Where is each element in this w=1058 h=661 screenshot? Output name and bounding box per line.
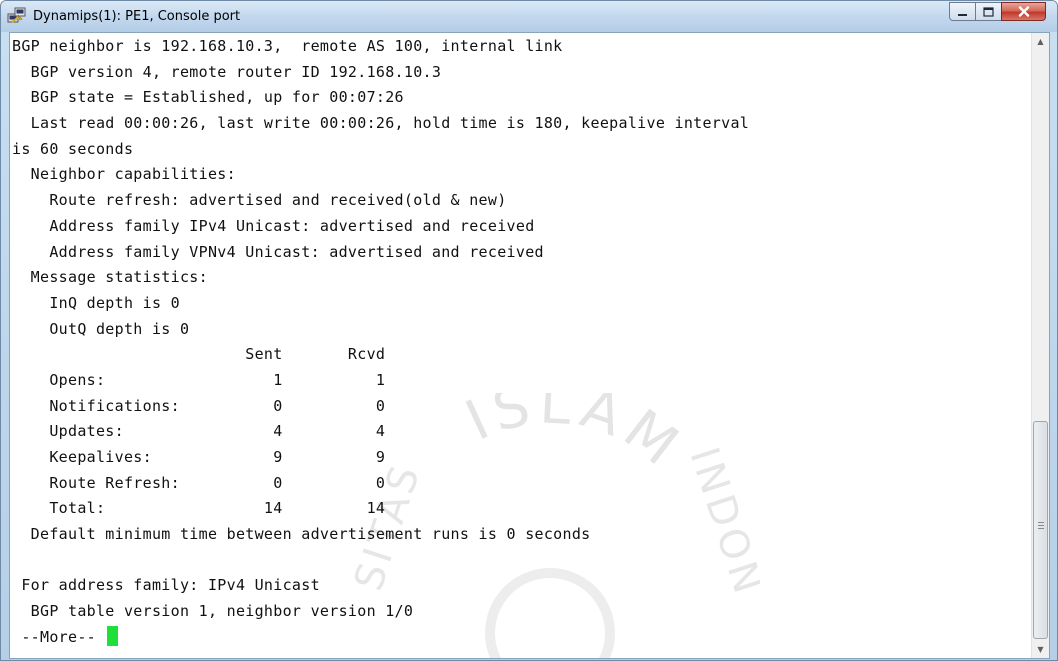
console-line: Message statistics: bbox=[12, 268, 208, 287]
console-line: Total: 14 14 bbox=[12, 499, 386, 518]
console-line: Keepalives: 9 9 bbox=[12, 448, 386, 466]
console-lines: BGP neighbor is 192.168.10.3, remote AS … bbox=[12, 34, 749, 651]
window-title: Dynamips(1): PE1, Console port bbox=[33, 9, 241, 24]
console-line: Opens: 1 1 bbox=[12, 370, 386, 389]
console-line: Route Refresh: 0 0 bbox=[12, 473, 386, 492]
console-line: BGP state = Established, up for 00:07:26 bbox=[12, 88, 404, 107]
console-line: OutQ depth is 0 bbox=[12, 319, 190, 338]
console-line: Route refresh: advertised and received(o… bbox=[12, 191, 507, 210]
grip-icon bbox=[1038, 522, 1044, 530]
putty-terminal-icon bbox=[7, 7, 27, 25]
scrollbar-thumb[interactable] bbox=[1033, 421, 1048, 639]
console-line: Neighbor capabilities: bbox=[12, 165, 236, 184]
console-window: Dynamips(1): PE1, Console port ISLAM SIT… bbox=[0, 0, 1058, 661]
console-line: BGP neighbor is 192.168.10.3, remote AS … bbox=[12, 37, 563, 55]
console-line: Updates: 4 4 bbox=[12, 422, 386, 441]
close-icon bbox=[1018, 2, 1030, 21]
more-prompt-line: --More-- bbox=[12, 625, 749, 651]
client-area: ISLAM SITAS INDON BGP neighbor is 192.16… bbox=[9, 32, 1050, 659]
console-line: is 60 seconds bbox=[12, 139, 134, 158]
maximize-icon bbox=[983, 2, 994, 21]
console-line: Notifications: 0 0 bbox=[12, 396, 386, 415]
minimize-button[interactable] bbox=[949, 2, 976, 21]
scroll-down-arrow-icon[interactable]: ▼ bbox=[1032, 641, 1049, 658]
console-line: Address family IPv4 Unicast: advertised … bbox=[12, 216, 535, 235]
console-line: Sent Rcvd bbox=[12, 345, 386, 364]
console-line: Address family VPNv4 Unicast: advertised… bbox=[12, 242, 544, 261]
console-line: Default minimum time between advertiseme… bbox=[12, 525, 591, 544]
title-bar[interactable]: Dynamips(1): PE1, Console port bbox=[1, 1, 1057, 32]
vertical-scrollbar[interactable]: ▲ ▼ bbox=[1031, 33, 1049, 658]
console-output[interactable]: ISLAM SITAS INDON BGP neighbor is 192.16… bbox=[10, 33, 1031, 658]
console-line: Last read 00:00:26, last write 00:00:26,… bbox=[12, 114, 750, 133]
console-line: BGP version 4, remote router ID 192.168.… bbox=[12, 62, 442, 81]
close-button[interactable] bbox=[1001, 2, 1046, 21]
maximize-button[interactable] bbox=[975, 2, 1002, 21]
console-line: For address family: IPv4 Unicast bbox=[12, 576, 320, 595]
more-prompt: --More-- bbox=[12, 627, 106, 646]
terminal-cursor bbox=[107, 625, 119, 646]
console-line: BGP table version 1, neighbor version 1/… bbox=[12, 602, 414, 621]
minimize-icon bbox=[957, 2, 968, 21]
console-line: InQ depth is 0 bbox=[12, 293, 180, 312]
scroll-up-arrow-icon[interactable]: ▲ bbox=[1032, 33, 1049, 50]
